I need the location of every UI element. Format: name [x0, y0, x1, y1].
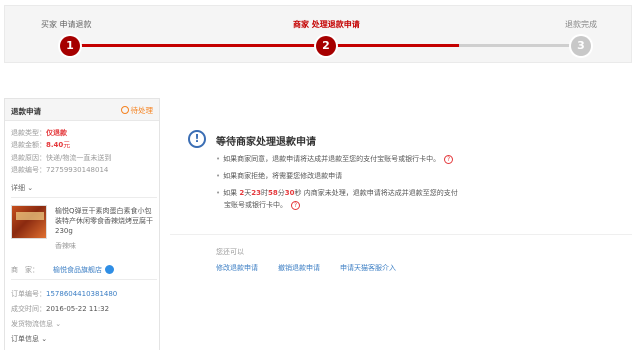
refund-reason-value: 快递/物流一直未送到 [46, 154, 112, 162]
refund-type-label: 退款类型： [11, 129, 46, 137]
notice-text-3-prefix: 如果 [223, 189, 238, 197]
refund-reason-label: 退款原因： [11, 154, 46, 162]
question-icon[interactable]: ? [444, 155, 454, 164]
refund-number-row: 退款编号：72759930148014 [11, 165, 108, 175]
refund-main-content: ! 等待商家处理退款申请 • 如果商家同意，退款申请将达成并退款至您的支付宝账号或… [170, 98, 632, 350]
notice-item: • 如果商家同意，退款申请将达成并退款至您的支付宝账号或银行卡中。? [216, 153, 454, 165]
seller-name-link[interactable]: 榆悦食品旗舰店 [53, 266, 102, 274]
exclamation-icon: ! [188, 130, 206, 148]
refund-detail-toggle[interactable]: 详细 ⌄ [11, 183, 33, 193]
product-flavor: 香辣味 [55, 242, 76, 250]
step-3-label: 退款完成 [565, 20, 597, 29]
bullet-dot: • [216, 155, 221, 163]
countdown-hours: 23 [251, 189, 261, 197]
progress-track-done [67, 44, 459, 47]
seller-label: 商 家： [11, 266, 39, 274]
lightbulb-icon [120, 106, 129, 114]
you-can-label: 您还可以 [216, 248, 244, 256]
progress-track-todo [459, 44, 581, 47]
product-title-link[interactable]: 榆悦Q弹豆干素肉蛋白素食小包装特产休闲零食香辣烧烤豆腐干230g [55, 206, 155, 236]
step-2-label: 商家 处理退款申请 [293, 20, 360, 29]
notice-text-1: 如果商家同意，退款申请将达成并退款至您的支付宝账号或银行卡中。 [223, 155, 441, 163]
refund-summary-header: 退款申请 待处理 [5, 99, 159, 121]
refund-reason-row: 退款原因：快递/物流一直未送到 [11, 153, 111, 163]
notice-item: • 如果商家拒绝，将需要您修改退款申请 [216, 170, 342, 182]
refund-number-label: 退款编号： [11, 166, 46, 174]
refund-summary-title: 退款申请 [11, 107, 41, 116]
question-icon[interactable]: ? [291, 201, 300, 210]
countdown-minutes: 58 [268, 189, 278, 197]
step-1-circle: 1 [60, 36, 80, 56]
refund-number-value: 72759930148014 [46, 166, 109, 174]
order-time-value: 2016-05-22 11:32 [46, 305, 110, 313]
refund-summary-panel: 退款申请 待处理 退款类型：仅退款 退款金额：8.40元 退款原因：快递/物流一… [4, 98, 160, 350]
panel-divider [11, 197, 157, 198]
countdown-hours-unit: 时 [261, 189, 268, 197]
refund-status-text: 待处理 [130, 106, 154, 115]
countdown-seconds-unit: 秒 [294, 189, 302, 197]
notice-item: • 如果 2天23时58分30秒 内商家未处理，退款申请将达成并退款至您的支付 [216, 187, 458, 199]
cancel-refund-link[interactable]: 撤销退款申请 [278, 263, 320, 273]
notice-text-3-line2: 宝账号或银行卡中。 [224, 201, 287, 209]
refund-status: 待处理 [120, 105, 154, 116]
refund-type-value: 仅退款 [46, 129, 67, 137]
refund-amount-value: 8.40 [46, 141, 64, 149]
notice-text-2: 如果商家拒绝，将需要您修改退款申请 [223, 172, 343, 180]
step-1-label: 买家 申请退款 [41, 20, 92, 29]
countdown-seconds: 30 [284, 189, 295, 197]
seller-row: 商 家： 榆悦食品旗舰店 [11, 265, 114, 275]
refund-type-row: 退款类型：仅退款 [11, 128, 67, 138]
refund-amount-unit: 元 [63, 141, 71, 149]
refund-amount-row: 退款金额：8.40元 [11, 140, 70, 150]
order-number-row: 订单编号：1578604410381480 [11, 289, 117, 299]
notice-item-continued: 宝账号或银行卡中。? [224, 200, 300, 210]
request-service-link[interactable]: 申请天猫客服介入 [340, 263, 396, 273]
shipping-info-toggle[interactable]: 发货物流信息 ⌄ [11, 320, 61, 328]
refund-progress: 买家 申请退款 商家 处理退款申请 退款完成 1 2 3 [4, 5, 632, 63]
order-time-label: 成交时间： [11, 305, 46, 313]
bullet-dot: • [216, 172, 221, 180]
order-number-link[interactable]: 1578604410381480 [46, 290, 117, 298]
modify-refund-link[interactable]: 修改退款申请 [216, 263, 258, 273]
bullet-dot: • [216, 189, 221, 197]
page-title: 等待商家处理退款申请 [216, 137, 316, 148]
order-number-label: 订单编号： [11, 290, 46, 298]
order-time-row: 成交时间：2016-05-22 11:32 [11, 304, 109, 314]
product-thumbnail[interactable] [11, 205, 47, 239]
refund-amount-label: 退款金额： [11, 141, 46, 149]
step-3-circle: 3 [571, 36, 591, 56]
shipping-info-row[interactable]: 发货物流信息 ⌄ [11, 319, 61, 329]
notice-text-3-suffix: 内商家未处理，退款申请将达成并退款至您的支付 [303, 189, 458, 197]
panel-divider [11, 279, 157, 280]
chat-icon[interactable] [105, 265, 114, 274]
step-2-circle: 2 [316, 36, 336, 56]
order-info-toggle[interactable]: 订单信息 ⌄ [11, 335, 47, 343]
section-divider [170, 234, 632, 235]
order-info-row[interactable]: 订单信息 ⌄ [11, 334, 47, 344]
countdown-minutes-unit: 分 [277, 189, 285, 197]
